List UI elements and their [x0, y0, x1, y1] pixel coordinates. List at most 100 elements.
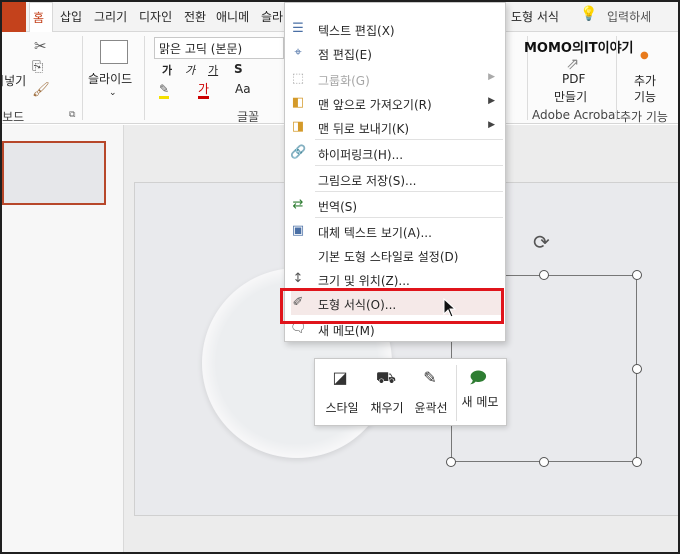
tab-file[interactable]: [2, 2, 26, 32]
addin-group-label: 추가 기능: [620, 110, 668, 124]
group-separator: [144, 36, 145, 120]
new-slide-icon[interactable]: [100, 40, 128, 64]
outline-button[interactable]: ✎ 윤곽선: [409, 363, 453, 423]
resize-handle[interactable]: [539, 270, 549, 280]
hyperlink-icon: 🔗: [290, 145, 307, 160]
italic-button[interactable]: 가: [185, 62, 195, 78]
group-icon: ⬚: [291, 71, 305, 86]
acrobat-group-label: Adobe Acrobat: [532, 108, 621, 122]
menu-item-label: 맨 뒤로 보내기(K): [318, 122, 410, 136]
new-comment-label: 새 메모: [461, 395, 499, 409]
dialog-launcher-icon[interactable]: ⧉: [69, 110, 75, 120]
format-painter-icon[interactable]: 🖌: [32, 82, 50, 98]
slide-thumbnail[interactable]: [2, 141, 106, 205]
text-edit-icon: ☰: [292, 21, 304, 36]
menu-item-translate[interactable]: ⇄ 번역(S): [285, 193, 505, 217]
tab-animations[interactable]: 애니메: [216, 8, 249, 25]
send-back-icon: ◨: [291, 119, 305, 134]
chevron-right-icon: ▶: [488, 96, 495, 106]
font-group-label: 글꼴: [237, 110, 260, 124]
menu-item-set-default-shape[interactable]: 기본 도형 스타일로 설정(D): [285, 243, 505, 267]
chevron-down-icon[interactable]: ⌄: [109, 88, 117, 98]
outline-label: 윤곽선: [414, 401, 448, 415]
menu-item-label: 하이퍼링크(H)...: [318, 148, 404, 162]
menu-item-label: 대체 텍스트 보기(A)...: [318, 226, 432, 240]
powerpoint-window: 홈 삽입 그리기 디자인 전환 애니메 슬라 도형 서식 💡 입력하세 ✂ ⎘ …: [0, 0, 680, 554]
mouse-cursor-icon: [443, 298, 457, 318]
pen-outline-icon: ✎: [423, 368, 437, 387]
strikethrough-button[interactable]: S: [234, 62, 243, 76]
add-comment-icon: 🗩: [469, 368, 487, 387]
font-color-button[interactable]: 가: [198, 82, 210, 99]
resize-handle[interactable]: [539, 457, 549, 467]
addin-label-2[interactable]: 기능: [634, 88, 656, 105]
cut-icon[interactable]: ✂: [34, 37, 47, 55]
menu-item-alt-text[interactable]: ▣ 대체 텍스트 보기(A)...: [285, 219, 505, 243]
resize-handle[interactable]: [446, 457, 456, 467]
tab-transitions[interactable]: 전환: [184, 8, 206, 25]
menu-item-label: 그림으로 저장(S)...: [318, 174, 417, 188]
resize-handle[interactable]: [632, 457, 642, 467]
menu-item-edit-text[interactable]: ☰ 텍스트 편집(X): [285, 17, 505, 41]
menu-item-label: 기본 도형 스타일로 설정(D): [318, 250, 459, 264]
style-button[interactable]: ◪ 스타일: [319, 363, 365, 423]
bold-button[interactable]: 가: [162, 62, 172, 78]
group-separator: [82, 36, 83, 120]
new-comment-button[interactable]: 🗩 새 메모: [457, 363, 503, 423]
resize-handle[interactable]: [632, 270, 642, 280]
mini-toolbar: ◪ 스타일 ⛟ 채우기 ✎ 윤곽선 🗩 새 메모: [314, 358, 507, 426]
bring-front-icon: ◧: [291, 95, 305, 110]
pdf-label[interactable]: PDF: [562, 72, 585, 86]
shape-style-icon: ◪: [332, 368, 348, 387]
menu-item-label: 점 편집(E): [318, 48, 372, 62]
edit-points-icon: ⌖: [294, 45, 302, 60]
tab-design[interactable]: 디자인: [139, 8, 172, 25]
group-separator: [616, 36, 617, 120]
tab-slideshow[interactable]: 슬라: [261, 8, 283, 25]
fill-button[interactable]: ⛟ 채우기: [365, 363, 409, 423]
style-label: 스타일: [325, 401, 359, 415]
menu-item-label: 그룹화(G): [318, 74, 370, 88]
copy-icon[interactable]: ⎘: [32, 59, 43, 75]
clipboard-group-label: 클립보드: [2, 110, 25, 124]
pdf-icon[interactable]: ⇗: [566, 54, 579, 73]
menu-separator: [315, 191, 503, 192]
menu-separator: [315, 139, 503, 140]
translate-icon: ⇄: [292, 197, 304, 212]
addin-icon[interactable]: ●: [640, 50, 649, 61]
tab-shape-format[interactable]: 도형 서식: [511, 8, 559, 25]
highlight-box: [280, 288, 504, 324]
chevron-right-icon: ▶: [488, 120, 495, 130]
chevron-right-icon: ▶: [488, 72, 495, 82]
addin-label-1[interactable]: 추가: [634, 72, 656, 89]
menu-item-bring-to-front[interactable]: ◧ 맨 앞으로 가져오기(R) ▶: [285, 91, 505, 115]
fill-label: 채우기: [370, 401, 404, 415]
font-name-box[interactable]: 맑은 고딕 (본문): [154, 37, 284, 59]
menu-separator: [315, 165, 503, 166]
font-size-change-button[interactable]: Aa: [235, 82, 251, 96]
tell-me-search[interactable]: 입력하세: [607, 8, 651, 25]
tab-home-label: 홈: [33, 11, 45, 25]
paint-bucket-icon: ⛟: [375, 368, 397, 387]
menu-item-hyperlink[interactable]: 🔗 하이퍼링크(H)...: [285, 141, 505, 165]
tab-home[interactable]: 홈: [29, 2, 53, 32]
menu-item-label: 새 메모(M): [318, 324, 375, 338]
highlight-color-icon[interactable]: ✎: [159, 82, 170, 99]
menu-item-edit-points[interactable]: ⌖ 점 편집(E): [285, 41, 505, 65]
rotate-handle-icon[interactable]: ⟳: [533, 230, 550, 254]
tab-draw[interactable]: 그리기: [94, 8, 127, 25]
paste-label[interactable]: 붙여넣기: [2, 72, 26, 89]
menu-item-label: 맨 앞으로 가져오기(R): [318, 98, 432, 112]
menu-item-send-to-back[interactable]: ◨ 맨 뒤로 보내기(K) ▶: [285, 115, 505, 139]
pdf-create-label[interactable]: 만들기: [554, 88, 587, 105]
menu-item-group[interactable]: ⬚ 그룹화(G) ▶: [285, 67, 505, 91]
resize-handle[interactable]: [632, 364, 642, 374]
lightbulb-icon[interactable]: 💡: [580, 6, 597, 22]
new-slide-label[interactable]: 슬라이드: [88, 70, 132, 87]
menu-item-label: 텍스트 편집(X): [318, 24, 395, 38]
size-position-icon: ↕: [292, 271, 304, 286]
tab-insert[interactable]: 삽입: [60, 8, 82, 25]
menu-item-label: 크기 및 위치(Z)...: [318, 274, 410, 288]
underline-button[interactable]: 가: [208, 62, 218, 78]
menu-item-save-as-picture[interactable]: 그림으로 저장(S)...: [285, 167, 505, 191]
